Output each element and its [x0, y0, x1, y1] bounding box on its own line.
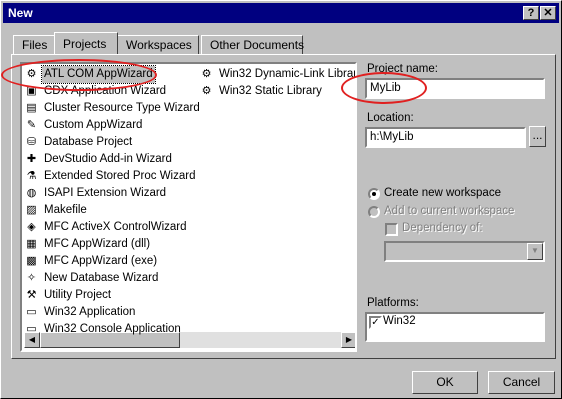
list-item-label: MFC AppWizard (dll) — [44, 238, 151, 250]
list-item-label: Cluster Resource Type Wizard — [44, 102, 200, 114]
platforms-list[interactable]: ✓ Win32 — [365, 312, 545, 342]
list-item-label: Win32 Dynamic-Link Library — [219, 68, 357, 80]
scroll-right-icon[interactable]: ▶ — [341, 332, 355, 348]
win32-app-icon: ▭ — [26, 306, 37, 318]
cdx-icon: ▣ — [26, 85, 37, 97]
win32-console-icon: ▭ — [26, 323, 37, 335]
list-item-label: Win32 Application — [44, 306, 136, 318]
project-type-list[interactable]: ◀ ▶ ⚙ ATL COM AppWizard ▣ CDX Application W… — [20, 62, 357, 352]
ok-button[interactable]: OK — [412, 371, 478, 394]
create-workspace-label: Create new workspace — [384, 187, 501, 199]
cluster-icon: ▤ — [26, 102, 37, 114]
project-name-value: MyLib — [370, 82, 401, 94]
create-workspace-radio[interactable] — [368, 188, 380, 200]
list-item-label: MFC ActiveX ControlWizard — [44, 221, 187, 233]
stored-proc-icon: ⚗ — [26, 170, 37, 182]
new-db-icon: ✧ — [26, 272, 37, 284]
mfc-dll-icon: ▦ — [26, 238, 37, 250]
list-item-label: Win32 Console Application — [44, 323, 181, 335]
add-to-workspace-radio[interactable] — [368, 206, 380, 218]
tab-workspaces[interactable]: Workspaces — [117, 35, 199, 54]
list-item-label: Utility Project — [44, 289, 112, 301]
title-bar: New ? ✕ — [3, 3, 559, 23]
list-item-label: Custom AppWizard — [44, 119, 143, 131]
addin-icon: ✚ — [26, 153, 37, 165]
chevron-down-icon[interactable]: ▼ — [527, 243, 543, 260]
custom-wizard-icon: ✎ — [26, 119, 37, 131]
list-item-label: Makefile — [44, 204, 87, 216]
project-name-input[interactable]: MyLib — [365, 78, 545, 99]
list-item-label: ISAPI Extension Wizard — [44, 187, 167, 199]
list-item-label: DevStudio Add-in Wizard — [44, 153, 172, 165]
dependency-label: Dependency of: — [402, 222, 483, 234]
location-label: Location: — [367, 112, 414, 124]
window-title: New — [8, 6, 33, 20]
list-item-label: ATL COM AppWizard — [41, 65, 156, 84]
list-item-label: New Database Wizard — [44, 272, 159, 284]
atl-icon: ⚙ — [26, 68, 37, 80]
add-to-workspace-label: Add to current workspace — [384, 205, 515, 217]
list-item-label: Database Project — [44, 136, 133, 148]
mfc-exe-icon: ▩ — [26, 255, 37, 267]
win32-dll-icon: ⚙ — [201, 68, 212, 80]
help-button[interactable]: ? — [523, 6, 539, 20]
new-dialog: New ? ✕ Files Projects Workspaces Other … — [0, 0, 562, 399]
makefile-icon: ▨ — [26, 204, 37, 216]
location-value: h:\MyLib — [370, 131, 414, 143]
tab-projects[interactable]: Projects — [54, 32, 118, 54]
location-input[interactable]: h:\MyLib — [365, 127, 526, 148]
activex-icon: ◈ — [27, 221, 36, 233]
dependency-checkbox[interactable] — [385, 223, 398, 236]
tab-files[interactable]: Files — [13, 35, 55, 54]
win32-lib-icon: ⚙ — [201, 85, 212, 97]
tab-other-documents[interactable]: Other Documents — [201, 35, 304, 54]
list-item-label: MFC AppWizard (exe) — [44, 255, 158, 267]
browse-button[interactable]: ... — [529, 126, 546, 147]
cancel-button[interactable]: Cancel — [488, 371, 555, 394]
platforms-label: Platforms: — [367, 297, 419, 309]
list-item-label: Win32 Static Library — [219, 85, 322, 97]
close-button[interactable]: ✕ — [540, 6, 556, 20]
list-item-label: CDX Application Wizard — [44, 85, 167, 97]
utility-icon: ⚒ — [26, 289, 37, 301]
dependency-select[interactable]: ▼ — [384, 241, 545, 262]
platform-win32-checkbox[interactable]: ✓ — [369, 316, 382, 329]
list-item-label: Extended Stored Proc Wizard — [44, 170, 196, 182]
isapi-icon: ◍ — [26, 187, 37, 199]
database-icon: ⛁ — [26, 136, 37, 148]
project-name-label: Project name: — [367, 63, 438, 75]
platform-win32-label: Win32 — [383, 315, 416, 327]
